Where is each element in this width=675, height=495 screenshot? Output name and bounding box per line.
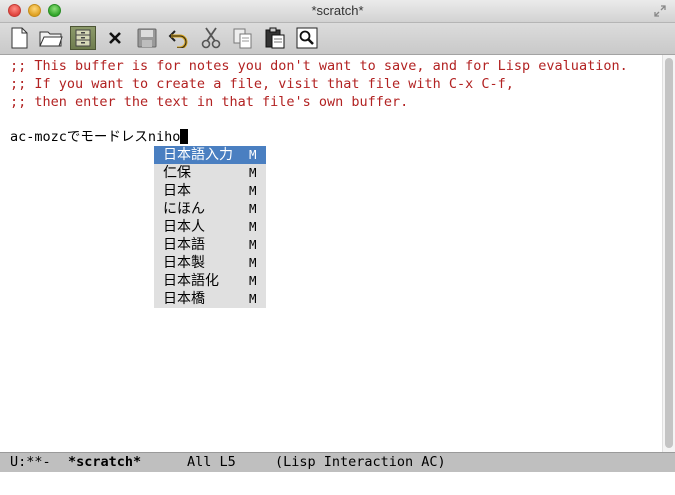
- completion-mark: M: [249, 219, 257, 234]
- completion-item[interactable]: にほん M: [154, 200, 266, 218]
- completion-candidate: 日本: [163, 183, 191, 199]
- editor-area[interactable]: ;; This buffer is for notes you don't wa…: [0, 55, 662, 452]
- completion-mark: M: [249, 291, 257, 306]
- vertical-scrollbar[interactable]: [662, 55, 675, 452]
- completion-mark: M: [249, 237, 257, 252]
- completion-candidate: 日本語入力: [163, 147, 233, 163]
- completion-item[interactable]: 日本語 M: [154, 236, 266, 254]
- close-buffer-button[interactable]: [102, 26, 128, 50]
- text-cursor: [180, 129, 189, 144]
- completion-item[interactable]: 日本人 M: [154, 218, 266, 236]
- completion-candidate: 仁保: [163, 165, 191, 181]
- completion-candidate: 日本橋: [163, 291, 205, 307]
- completion-item[interactable]: 日本橋 M: [154, 290, 266, 308]
- toolbar: [0, 23, 675, 55]
- title-bar: *scratch*: [0, 0, 675, 23]
- search-button[interactable]: [294, 26, 320, 50]
- file-cabinet-icon: [75, 29, 91, 47]
- input-line[interactable]: ac-mozcでモードレスniho: [10, 128, 189, 146]
- new-file-button[interactable]: [6, 26, 32, 50]
- new-file-icon: [11, 27, 28, 49]
- undo-button[interactable]: [166, 26, 192, 50]
- completion-mark: M: [249, 255, 257, 270]
- fullscreen-icon[interactable]: [653, 4, 667, 18]
- completion-mark: M: [249, 165, 257, 180]
- comment-line-3: ;; then enter the text in that file's ow…: [10, 94, 409, 110]
- completion-popup: 日本語入力 M 仁保 M 日本 M にほん M 日本人 M 日本語 M 日本製 M 日本語化 M 日本橋 M: [154, 146, 266, 308]
- comment-line-2: ;; If you want to create a file, visit t…: [10, 76, 514, 92]
- completion-item[interactable]: 日本語化 M: [154, 272, 266, 290]
- completion-candidate: 日本製: [163, 255, 205, 271]
- completion-candidate: 日本語: [163, 237, 205, 253]
- completion-candidate: にほん: [163, 201, 205, 217]
- undo-icon: [168, 30, 188, 48]
- completion-mark: M: [249, 201, 257, 216]
- modeline-status: U:**-: [10, 454, 51, 470]
- emacs-window: *scratch* ;; This buffer is for notes yo…: [0, 0, 675, 495]
- modeline-mode: (Lisp Interaction AC): [275, 454, 446, 470]
- minibuffer[interactable]: [0, 472, 675, 495]
- completion-mark: M: [249, 147, 257, 162]
- window-title: *scratch*: [311, 3, 364, 18]
- copy-button[interactable]: [230, 26, 256, 50]
- save-icon: [137, 28, 157, 48]
- open-file-button[interactable]: [38, 26, 64, 50]
- completion-item[interactable]: 日本語入力 M: [154, 146, 266, 164]
- completion-item[interactable]: 仁保 M: [154, 164, 266, 182]
- scissors-icon: [201, 27, 221, 49]
- completion-candidate: 日本人: [163, 219, 205, 235]
- modeline-buffer-name: *scratch*: [68, 454, 142, 470]
- comment-line-1: ;; This buffer is for notes you don't wa…: [10, 58, 628, 74]
- completion-mark: M: [249, 183, 257, 198]
- save-button[interactable]: [134, 26, 160, 50]
- completion-item[interactable]: 日本 M: [154, 182, 266, 200]
- cut-button[interactable]: [198, 26, 224, 50]
- mode-line: U:**- *scratch* All L5 (Lisp Interaction…: [0, 452, 675, 472]
- folder-icon: [39, 31, 63, 47]
- open-directory-button[interactable]: [70, 26, 96, 50]
- scrollbar-thumb[interactable]: [665, 58, 673, 448]
- modeline-position: All L5: [187, 454, 236, 470]
- completion-item[interactable]: 日本製 M: [154, 254, 266, 272]
- completion-candidate: 日本語化: [163, 273, 219, 289]
- close-icon: [109, 32, 121, 44]
- copy-icon: [233, 28, 252, 49]
- search-icon: [296, 27, 318, 49]
- input-text: ac-mozcでモードレスniho: [10, 129, 181, 145]
- paste-button[interactable]: [262, 26, 288, 50]
- completion-mark: M: [249, 273, 257, 288]
- paste-icon: [265, 27, 285, 49]
